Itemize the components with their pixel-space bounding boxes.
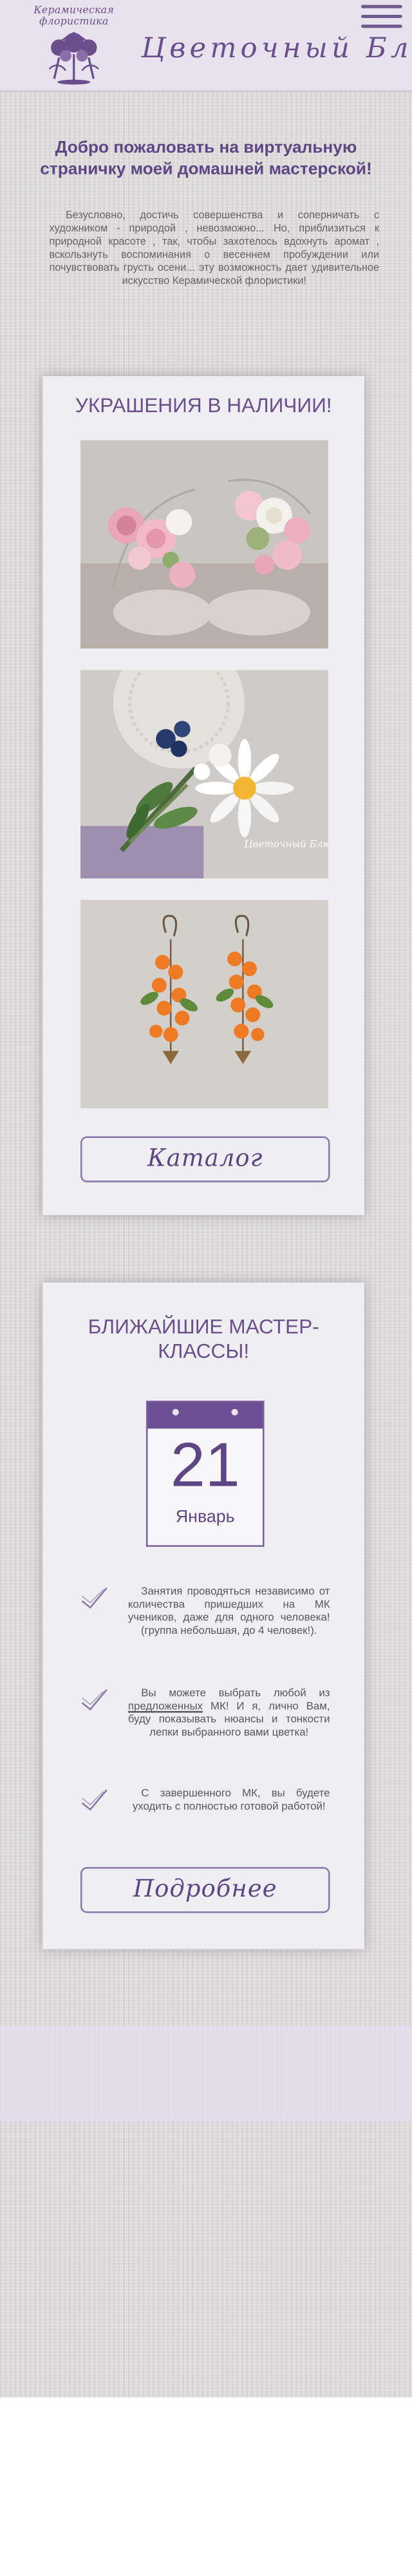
- jewelry-title: УКРАШЕНИЯ В НАЛИЧИИ!: [75, 393, 332, 417]
- jewelry-card: УКРАШЕНИЯ В НАЛИЧИИ! Цветочный Блюз Ката…: [42, 375, 365, 1215]
- check-icon: [81, 1689, 108, 1711]
- footer-band: [0, 2026, 412, 2122]
- page: Керамическая флористика Цветочный Блюз Д…: [0, 0, 412, 2575]
- offered-link[interactable]: предложенных: [128, 1701, 203, 1713]
- site-logo[interactable]: Керамическая флористика: [6, 5, 141, 85]
- welcome-text: Безусловно, достичь совершенства и сопер…: [49, 210, 380, 287]
- page-bottom: [0, 2397, 412, 2575]
- feature-text: С завершенного МК, вы будете уходить с п…: [132, 1788, 330, 1814]
- calendar-day: 21: [170, 1432, 240, 1501]
- site-header: Керамическая флористика Цветочный Блюз: [0, 0, 412, 92]
- feature-text: Вы можете выбрать любой из предложенных …: [128, 1688, 330, 1741]
- bouquet-logo-icon: [48, 32, 99, 85]
- feature-text: Занятия проводяться независимо от количе…: [127, 1586, 330, 1638]
- master-classes-title: БЛИЖАЙШИЕ МАСТЕР-КЛАССЫ!: [88, 1315, 319, 1363]
- catalog-button[interactable]: Каталог: [80, 1136, 330, 1182]
- details-button[interactable]: Подробнее: [80, 1867, 330, 1913]
- brand-name: Цветочный Блюз: [141, 32, 412, 66]
- check-icon: [81, 1587, 108, 1609]
- earrings-roses-photo[interactable]: [80, 440, 328, 649]
- check-icon: [81, 1789, 108, 1811]
- calendar-month: Январь: [175, 1507, 235, 1528]
- berry-earrings-photo[interactable]: [80, 900, 328, 1109]
- welcome-title: Добро пожаловать на виртуальную страничк…: [40, 139, 372, 179]
- hamburger-menu-icon[interactable]: [360, 5, 402, 30]
- master-classes-card: БЛИЖАЙШИЕ МАСТЕР-КЛАССЫ! 21 Январь Занят…: [42, 1282, 365, 1949]
- feature-text-part: Вы можете выбрать любой из: [141, 1688, 330, 1700]
- calendar-widget: 21 Январь: [145, 1400, 265, 1547]
- daisy-brooch-photo[interactable]: Цветочный Блюз: [80, 670, 328, 879]
- photo-watermark: Цветочный Блюз: [244, 838, 328, 850]
- calendar-header: [147, 1402, 263, 1429]
